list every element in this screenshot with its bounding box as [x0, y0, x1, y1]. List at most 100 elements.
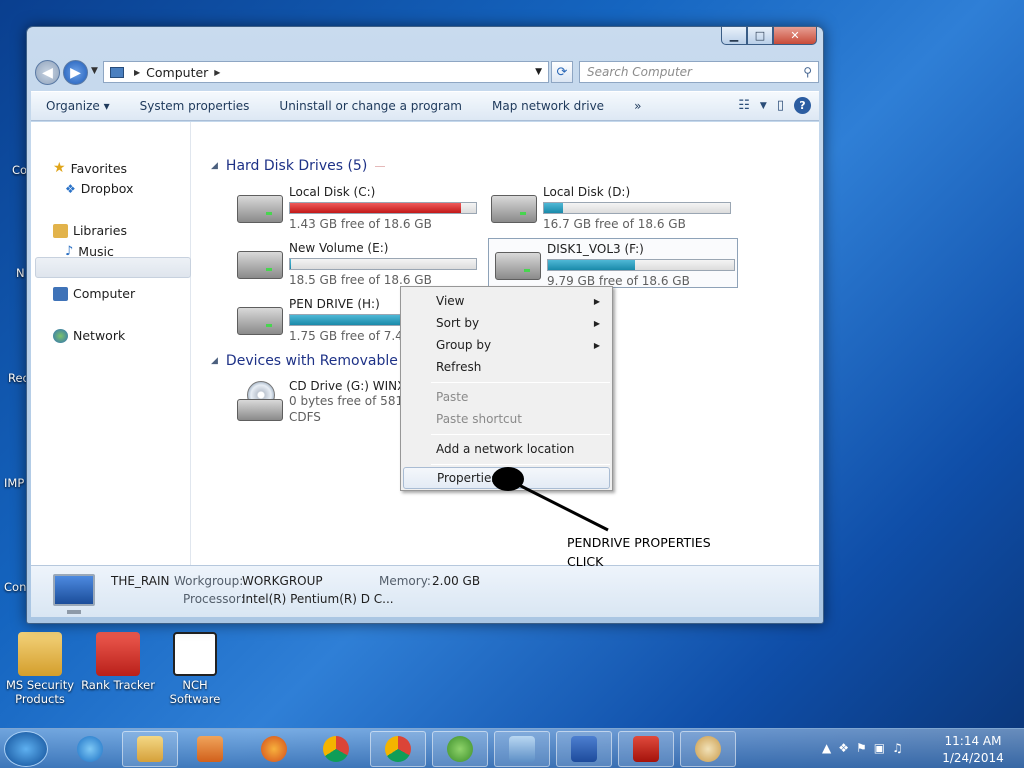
- nav-label: Dropbox: [80, 181, 134, 196]
- maximize-button[interactable]: □: [747, 27, 773, 45]
- menu-separator: [431, 382, 610, 383]
- drive-tile-d[interactable]: Local Disk (D:) 16.7 GB free of 18.6 GB: [485, 182, 731, 232]
- taskbar-chrome-2[interactable]: [370, 731, 426, 767]
- system-properties-button[interactable]: System properties: [125, 99, 265, 113]
- show-hidden-icons-icon[interactable]: ▲: [822, 741, 831, 755]
- drive-usage-fill: [290, 259, 291, 269]
- taskbar-network-center[interactable]: [494, 731, 550, 767]
- hard-disk-icon: [491, 195, 537, 223]
- star-icon: ★: [53, 160, 66, 176]
- drive-usage-fill: [290, 203, 462, 213]
- breadcrumb-arrow-icon[interactable]: ▶: [134, 68, 140, 77]
- address-dropdown-icon[interactable]: ▼: [535, 67, 542, 77]
- close-button[interactable]: ✕: [773, 27, 817, 45]
- desktop-icon-network[interactable]: N: [16, 266, 25, 280]
- breadcrumb-computer[interactable]: Computer: [146, 65, 208, 80]
- paint-icon: [695, 736, 721, 762]
- explorer-icon: [137, 736, 163, 762]
- view-dropdown-icon[interactable]: ▼: [760, 101, 767, 111]
- memory-label: Memory:: [379, 574, 431, 588]
- menu-item-group-by[interactable]: Group by ▶: [403, 334, 610, 356]
- action-center-icon[interactable]: ⚑: [856, 741, 867, 755]
- menu-item-view[interactable]: View ▶: [403, 290, 610, 312]
- preview-pane-icon[interactable]: ▯: [777, 98, 784, 113]
- submenu-arrow-icon: ▶: [593, 296, 600, 306]
- group-header-removable[interactable]: ◢ Devices with Removable Sto: [211, 353, 425, 369]
- computer-icon: [53, 286, 68, 301]
- taskbar-explorer[interactable]: [122, 731, 178, 767]
- map-network-drive-button[interactable]: Map network drive: [477, 99, 619, 113]
- group-divider: [375, 165, 386, 167]
- recent-pages-dropdown[interactable]: ▼: [91, 66, 98, 76]
- uninstall-program-button[interactable]: Uninstall or change a program: [264, 99, 477, 113]
- desktop-icon-label: NCH Software: [169, 678, 221, 706]
- nav-item-computer[interactable]: Computer: [53, 286, 135, 301]
- chrome-icon: [385, 736, 411, 762]
- nav-item-libraries[interactable]: Libraries: [53, 223, 127, 238]
- drive-tile-f[interactable]: DISK1_VOL3 (F:) 9.79 GB free of 18.6 GB: [488, 238, 738, 288]
- taskbar-paint[interactable]: [680, 731, 736, 767]
- utorrent-icon: [447, 736, 473, 762]
- taskbar-ie[interactable]: [62, 731, 118, 767]
- taskbar-word[interactable]: [556, 731, 612, 767]
- desktop-icon-label: Rank Tracker: [81, 678, 155, 692]
- minimize-button[interactable]: ▁: [721, 27, 747, 45]
- menu-item-paste-shortcut[interactable]: Paste shortcut: [403, 408, 610, 430]
- hard-disk-icon: [237, 195, 283, 223]
- drive-tile-e[interactable]: New Volume (E:) 18.5 GB free of 18.6 GB: [231, 238, 477, 288]
- taskbar-acrobat[interactable]: [618, 731, 674, 767]
- menu-item-properties[interactable]: Properties: [403, 467, 610, 489]
- nav-item-dropbox[interactable]: ❖ Dropbox: [65, 181, 133, 196]
- forward-button[interactable]: ▶: [63, 60, 88, 85]
- menu-label: Refresh: [436, 360, 482, 374]
- taskbar-utorrent[interactable]: [432, 731, 488, 767]
- drive-tile-c[interactable]: Local Disk (C:) 1.43 GB free of 18.6 GB: [231, 182, 477, 232]
- cd-drive-icon: [237, 381, 283, 421]
- nav-item-network[interactable]: Network: [53, 328, 125, 343]
- collapse-icon[interactable]: ◢: [211, 356, 218, 366]
- annotation-text: PENDRIVE PROPERTIES CLICK: [567, 533, 711, 571]
- more-commands-button[interactable]: »: [619, 99, 656, 113]
- libraries-icon: [53, 223, 68, 238]
- address-bar[interactable]: ▶ Computer ▶ ▼: [103, 61, 549, 83]
- group-header-hard-disk[interactable]: ◢ Hard Disk Drives (5): [211, 158, 386, 174]
- start-button[interactable]: [4, 731, 48, 767]
- desktop-icon-label: MS Security Products: [5, 678, 75, 706]
- menu-label: View: [436, 294, 465, 308]
- network-tray-icon[interactable]: ▣: [874, 741, 885, 755]
- taskbar-media-player[interactable]: [182, 731, 238, 767]
- rank-tracker-icon: [96, 632, 140, 676]
- change-view-icon[interactable]: ☷: [738, 98, 750, 113]
- menu-item-add-network-location[interactable]: Add a network location: [403, 438, 610, 460]
- desktop-icon-nch[interactable]: NCH Software: [157, 632, 233, 706]
- dropbox-tray-icon[interactable]: ❖: [838, 741, 849, 755]
- nav-item-favorites[interactable]: ★ Favorites: [53, 160, 127, 176]
- desktop-icon-rank-tracker[interactable]: Rank Tracker: [80, 632, 156, 692]
- caption-buttons: ▁ □ ✕: [721, 27, 817, 45]
- nch-icon: [173, 632, 217, 676]
- taskbar-firefox[interactable]: [246, 731, 302, 767]
- volume-icon[interactable]: ♫: [892, 741, 903, 755]
- menu-item-paste[interactable]: Paste: [403, 386, 610, 408]
- collapse-icon[interactable]: ◢: [211, 161, 218, 171]
- search-input[interactable]: Search Computer ⚲: [579, 61, 819, 83]
- annotation-line-2: CLICK: [567, 554, 604, 569]
- back-button[interactable]: ◀: [35, 60, 60, 85]
- desktop-icon-ms-security[interactable]: MS Security Products: [2, 632, 78, 706]
- desktop-icon-computer[interactable]: Co: [12, 163, 27, 177]
- nav-item-music[interactable]: ♪ Music: [65, 244, 114, 259]
- help-icon[interactable]: ?: [794, 97, 811, 114]
- search-icon[interactable]: ⚲: [803, 65, 812, 79]
- desktop-icon-imp[interactable]: IMP: [4, 476, 24, 490]
- desktop-icon-control-panel[interactable]: Con: [4, 580, 26, 594]
- refresh-button[interactable]: ⟳: [551, 61, 573, 83]
- breadcrumb-arrow-icon[interactable]: ▶: [214, 68, 220, 77]
- network-icon: [53, 328, 68, 343]
- nav-label: Music: [78, 244, 114, 259]
- clock[interactable]: 11:14 AM 1/24/2014: [938, 733, 1008, 767]
- organize-menu[interactable]: Organize ▾: [31, 99, 125, 113]
- menu-item-sort-by[interactable]: Sort by ▶: [403, 312, 610, 334]
- menu-label: Group by: [436, 338, 492, 352]
- taskbar-chrome[interactable]: [308, 731, 364, 767]
- menu-item-refresh[interactable]: Refresh: [403, 356, 610, 378]
